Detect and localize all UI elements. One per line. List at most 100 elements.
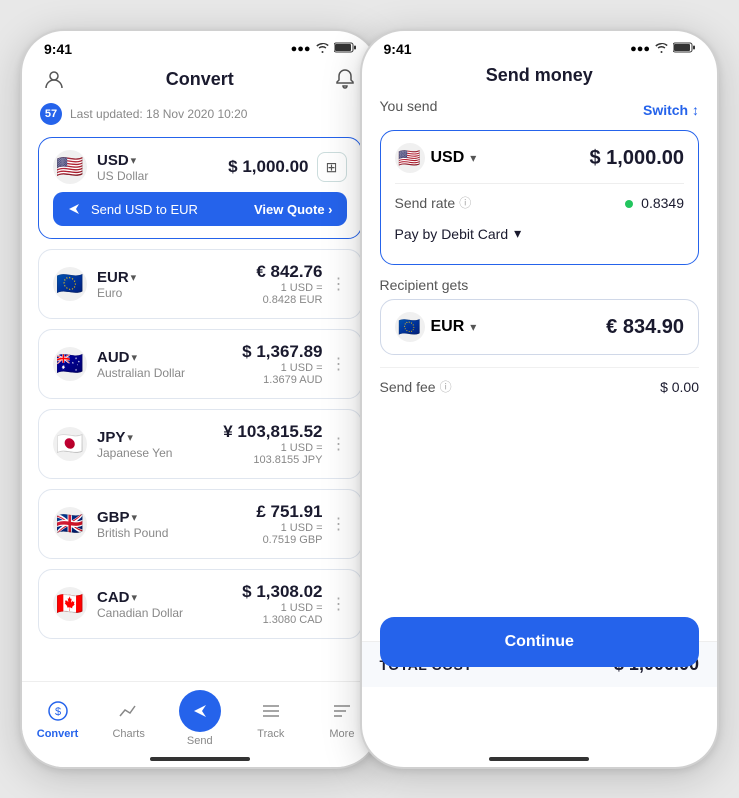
send-quote-row[interactable]: Send USD to EUR View Quote › xyxy=(53,192,347,226)
send-rate-row: Send rate ⓘ 0.8349 xyxy=(395,190,685,215)
jpy-amount: ¥ 103,815.52 xyxy=(223,422,322,442)
recipient-flag: 🇪🇺 xyxy=(395,312,425,342)
send-fee-row: Send fee ⓘ $ 0.00 xyxy=(380,367,700,405)
phone-left: 9:41 ●●● Convert xyxy=(20,29,380,769)
calculator-icon[interactable]: ⊞ xyxy=(317,152,347,182)
eur-amount: € 842.76 xyxy=(256,262,322,282)
aud-code: AUD xyxy=(97,349,130,366)
cad-amount: $ 1,308.02 xyxy=(242,582,322,602)
gbp-card[interactable]: 🇬🇧 GBP ▾ British Pound £ 751.91 1 xyxy=(38,489,362,559)
nav-convert[interactable]: $ Convert xyxy=(22,697,93,740)
gbp-name: British Pound xyxy=(97,526,168,540)
send-flag: 🇺🇸 xyxy=(395,143,425,173)
nav-send[interactable]: Send xyxy=(164,690,235,747)
pay-method-label: Pay by Debit Card xyxy=(395,226,509,242)
fee-info-icon: ⓘ xyxy=(440,378,452,395)
nav-charts[interactable]: Charts xyxy=(93,697,164,740)
more-nav-icon xyxy=(328,697,356,725)
quote-text: View Quote › xyxy=(254,202,333,217)
eur-name: Euro xyxy=(97,286,136,300)
aud-flag: 🇦🇺 xyxy=(53,347,87,381)
send-currency-dd: ▾ xyxy=(470,151,476,165)
phone-right: 9:41 ●●● Send money You send Switch ↕ xyxy=(360,29,720,769)
home-indicator-left xyxy=(150,757,250,761)
usd-code: USD xyxy=(97,152,129,169)
active-currency-card[interactable]: 🇺🇸 USD ▾ US Dollar $ 1,000.00 ⊞ xyxy=(38,137,362,239)
cad-more-icon[interactable]: ⋮ xyxy=(331,594,347,614)
jpy-name: Japanese Yen xyxy=(97,446,172,460)
jpy-flag: 🇯🇵 xyxy=(53,427,87,461)
charts-nav-label: Charts xyxy=(112,728,144,740)
send-rate-label: Send rate ⓘ xyxy=(395,194,472,211)
send-fee-label: Send fee ⓘ xyxy=(380,378,452,395)
right-content: You send Switch ↕ 🇺🇸 USD ▾ $ 1,000.00 xyxy=(362,98,718,405)
gbp-dd: ▾ xyxy=(132,511,138,524)
jpy-rate: 1 USD =103.8155 JPY xyxy=(223,442,322,466)
pay-method-row[interactable]: Pay by Debit Card ▾ xyxy=(395,215,685,252)
gbp-rate: 1 USD =0.7519 GBP xyxy=(256,522,322,546)
wifi-icon xyxy=(315,42,330,56)
send-nav-icon xyxy=(179,690,221,732)
svg-text:$: $ xyxy=(54,706,60,718)
recipient-currency-select[interactable]: 🇪🇺 EUR ▾ xyxy=(395,312,477,342)
gbp-amount: £ 751.91 xyxy=(256,502,322,522)
jpy-card[interactable]: 🇯🇵 JPY ▾ Japanese Yen ¥ 103,815.52 xyxy=(38,409,362,479)
send-currency-select[interactable]: 🇺🇸 USD ▾ xyxy=(395,143,477,173)
profile-icon[interactable] xyxy=(40,65,68,93)
battery-icon-r xyxy=(673,42,695,56)
recipient-section-label-wrap: Recipient gets xyxy=(380,277,700,295)
eur-rate: 1 USD =0.8428 EUR xyxy=(256,282,322,306)
bell-icon[interactable] xyxy=(331,65,359,93)
page-title-right: Send money xyxy=(486,65,593,85)
green-dot xyxy=(625,200,633,208)
cad-rate: 1 USD =1.3080 CAD xyxy=(242,602,322,626)
switch-button[interactable]: Switch ↕ xyxy=(643,102,699,118)
recipient-label: Recipient gets xyxy=(380,277,469,293)
jpy-code: JPY xyxy=(97,429,125,446)
cad-card[interactable]: 🇨🇦 CAD ▾ Canadian Dollar $ 1,308.02 xyxy=(38,569,362,639)
home-indicator-right xyxy=(489,757,589,761)
eur-card[interactable]: 🇪🇺 EUR ▾ Euro € 842.76 1 USD =0.8 xyxy=(38,249,362,319)
content-left: 57 Last updated: 18 Nov 2020 10:20 🇺🇸 US… xyxy=(22,103,378,709)
send-money-title-bar: Send money xyxy=(362,61,718,98)
status-bar-left: 9:41 ●●● xyxy=(22,31,378,61)
track-nav-label: Track xyxy=(257,728,284,740)
gbp-more-icon[interactable]: ⋮ xyxy=(331,514,347,534)
you-send-card[interactable]: 🇺🇸 USD ▾ $ 1,000.00 Send rate ⓘ 0 xyxy=(380,130,700,265)
cad-name: Canadian Dollar xyxy=(97,606,183,620)
signal-icon: ●●● xyxy=(291,43,311,55)
eur-flag: 🇪🇺 xyxy=(53,267,87,301)
jpy-more-icon[interactable]: ⋮ xyxy=(331,434,347,454)
aud-dd: ▾ xyxy=(132,351,138,364)
eur-code: EUR xyxy=(97,269,129,286)
recipient-currency-code: EUR xyxy=(431,318,465,336)
page-title-left: Convert xyxy=(166,69,234,90)
recipient-currency-dd: ▾ xyxy=(470,320,476,334)
time-right: 9:41 xyxy=(384,41,412,57)
gbp-flag: 🇬🇧 xyxy=(53,507,87,541)
cad-flag: 🇨🇦 xyxy=(53,587,87,621)
you-send-header: You send Switch ↕ xyxy=(380,98,700,122)
wifi-icon-r xyxy=(654,42,669,56)
bottom-nav-left: $ Convert Charts Send Track xyxy=(22,681,378,767)
send-fee-value: $ 0.00 xyxy=(660,379,699,395)
eur-more-icon[interactable]: ⋮ xyxy=(331,274,347,294)
aud-rate: 1 USD =1.3679 AUD xyxy=(242,362,322,386)
status-icons-right: ●●● xyxy=(630,42,695,56)
send-currency-code: USD xyxy=(431,149,465,167)
cad-dd: ▾ xyxy=(132,591,138,604)
continue-button[interactable]: Continue xyxy=(380,617,700,667)
recipient-card[interactable]: 🇪🇺 EUR ▾ € 834.90 xyxy=(380,299,700,355)
aud-card[interactable]: 🇦🇺 AUD ▾ Australian Dollar $ 1,367.89 xyxy=(38,329,362,399)
send-nav-label: Send xyxy=(187,735,213,747)
convert-nav-label: Convert xyxy=(37,728,79,740)
you-send-label: You send xyxy=(380,98,438,114)
top-nav-left: Convert xyxy=(22,61,378,103)
status-bar-right: 9:41 ●●● xyxy=(362,31,718,61)
aud-more-icon[interactable]: ⋮ xyxy=(331,354,347,374)
nav-track[interactable]: Track xyxy=(235,697,306,740)
time-left: 9:41 xyxy=(44,41,72,57)
continue-label: Continue xyxy=(505,633,574,650)
update-bar: 57 Last updated: 18 Nov 2020 10:20 xyxy=(38,103,362,125)
send-rate-value: 0.8349 xyxy=(625,195,684,211)
